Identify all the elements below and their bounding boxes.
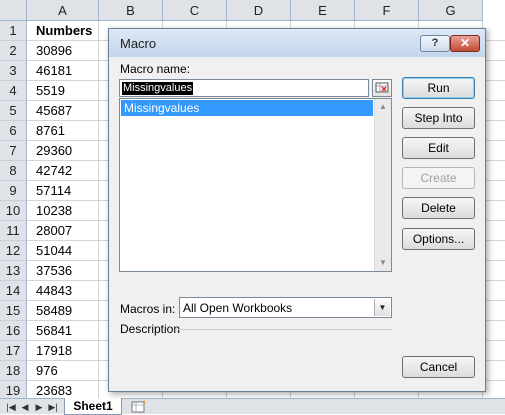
- macro-name-label: Macro name:: [120, 62, 191, 76]
- cell-a[interactable]: 45687: [27, 101, 99, 121]
- scroll-up-icon[interactable]: ▲: [375, 99, 391, 115]
- cell-a[interactable]: 56841: [27, 321, 99, 341]
- column-header-a[interactable]: A: [27, 0, 99, 21]
- cell-a[interactable]: 30896: [27, 41, 99, 61]
- row-header[interactable]: 13: [0, 261, 27, 281]
- row-header[interactable]: 2: [0, 41, 27, 61]
- row-header[interactable]: 8: [0, 161, 27, 181]
- dialog-title: Macro: [120, 36, 157, 51]
- row-header[interactable]: 7: [0, 141, 27, 161]
- column-header-d[interactable]: D: [227, 0, 291, 21]
- macro-name-input[interactable]: Missingvalues: [119, 79, 369, 97]
- sheet-tab-sheet1[interactable]: Sheet1: [64, 398, 122, 415]
- cell-a[interactable]: 976: [27, 361, 99, 381]
- collapse-dialog-button[interactable]: [372, 79, 392, 97]
- cell-a[interactable]: 8761: [27, 121, 99, 141]
- edit-button[interactable]: Edit: [402, 137, 475, 159]
- description-divider: [175, 329, 392, 330]
- column-header-b[interactable]: B: [99, 0, 163, 21]
- dialog-body: Macro name: Missingvalues Missingvalues …: [109, 57, 485, 391]
- help-button[interactable]: ?: [420, 35, 450, 52]
- chevron-down-icon[interactable]: ▼: [374, 299, 390, 316]
- macro-dialog: Macro ? ✕ Macro name: Missingvalues Miss…: [108, 28, 486, 392]
- options-button[interactable]: Options...: [402, 228, 475, 250]
- macros-in-label: Macros in:: [120, 302, 176, 316]
- scroll-down-icon[interactable]: ▼: [375, 255, 391, 271]
- cell-a[interactable]: 17918: [27, 341, 99, 361]
- row-header[interactable]: 1: [0, 21, 27, 41]
- first-sheet-icon[interactable]: |◀: [6, 401, 16, 413]
- run-button[interactable]: Run: [402, 77, 475, 99]
- sheet-tab-bar: |◀ ◀ ▶ ▶| Sheet1: [0, 398, 505, 415]
- cell-a[interactable]: 29360: [27, 141, 99, 161]
- row-header[interactable]: 4: [0, 81, 27, 101]
- cell-a[interactable]: 5519: [27, 81, 99, 101]
- column-header-c[interactable]: C: [163, 0, 227, 21]
- cancel-button[interactable]: Cancel: [402, 356, 475, 378]
- insert-sheet-icon[interactable]: [128, 400, 150, 414]
- row-header[interactable]: 10: [0, 201, 27, 221]
- cell-a[interactable]: 28007: [27, 221, 99, 241]
- row-header[interactable]: 14: [0, 281, 27, 301]
- prev-sheet-icon[interactable]: ◀: [20, 401, 30, 413]
- row-header[interactable]: 11: [0, 221, 27, 241]
- row-header[interactable]: 17: [0, 341, 27, 361]
- row-header[interactable]: 9: [0, 181, 27, 201]
- row-header[interactable]: 12: [0, 241, 27, 261]
- next-sheet-icon[interactable]: ▶: [34, 401, 44, 413]
- cell-a[interactable]: 51044: [27, 241, 99, 261]
- range-select-icon: [375, 82, 389, 93]
- row-header[interactable]: 18: [0, 361, 27, 381]
- cell-a[interactable]: 58489: [27, 301, 99, 321]
- row-header[interactable]: 3: [0, 61, 27, 81]
- dialog-titlebar[interactable]: Macro ? ✕: [109, 29, 485, 57]
- macros-in-select[interactable]: All Open Workbooks ▼: [179, 297, 392, 318]
- column-header-e[interactable]: E: [291, 0, 355, 21]
- create-button[interactable]: Create: [402, 167, 475, 189]
- cell-a[interactable]: 44843: [27, 281, 99, 301]
- column-header-f[interactable]: F: [355, 0, 419, 21]
- macro-name-value: Missingvalues: [122, 82, 194, 95]
- row-header[interactable]: 15: [0, 301, 27, 321]
- column-header-g[interactable]: G: [419, 0, 483, 21]
- description-label: Description: [120, 322, 181, 336]
- delete-button[interactable]: Delete: [402, 197, 475, 219]
- select-all-corner[interactable]: [0, 0, 27, 21]
- cell-a[interactable]: 46181: [27, 61, 99, 81]
- macros-in-value: All Open Workbooks: [183, 301, 293, 315]
- macro-list[interactable]: Missingvalues ▲ ▼: [119, 98, 392, 272]
- macro-list-scrollbar[interactable]: ▲ ▼: [374, 99, 391, 271]
- column-a-header-cell[interactable]: Numbers: [27, 21, 99, 41]
- row-header[interactable]: 6: [0, 121, 27, 141]
- cell-a[interactable]: 57114: [27, 181, 99, 201]
- cell-a[interactable]: 10238: [27, 201, 99, 221]
- row-header[interactable]: 16: [0, 321, 27, 341]
- cell-a[interactable]: 42742: [27, 161, 99, 181]
- close-button[interactable]: ✕: [450, 35, 480, 52]
- macro-list-item[interactable]: Missingvalues: [121, 100, 373, 116]
- step-into-button[interactable]: Step Into: [402, 107, 475, 129]
- row-header[interactable]: 5: [0, 101, 27, 121]
- cell-a[interactable]: 37536: [27, 261, 99, 281]
- last-sheet-icon[interactable]: ▶|: [48, 401, 58, 413]
